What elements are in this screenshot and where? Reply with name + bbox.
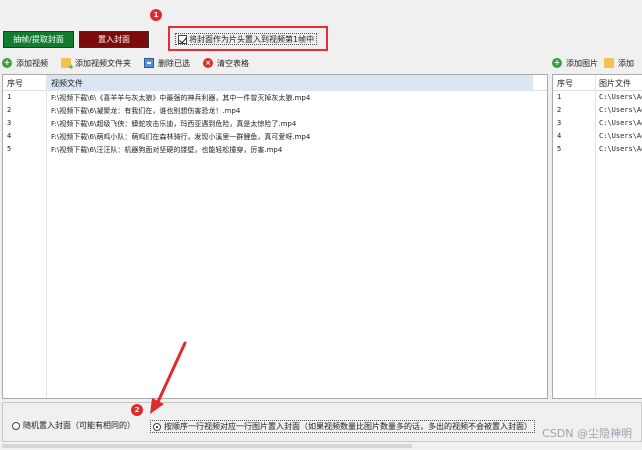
- row-index: 2: [557, 106, 562, 114]
- video-table-header: 序号 视频文件: [3, 75, 547, 91]
- horizontal-scrollbar[interactable]: [2, 444, 412, 448]
- row-video-file: F:\视频下载\6\超级飞侠：蟒蛇攻击乐迪，玛西亚遇到危险，真是太惊险了.mp4: [51, 120, 297, 128]
- row-index: 2: [7, 106, 12, 114]
- table-row[interactable]: 1 C:\Users\Ad: [553, 92, 642, 105]
- random-insert-label: 随机置入封面（可能有相同的）: [23, 421, 135, 430]
- random-insert-option[interactable]: 随机置入封面（可能有相同的）: [12, 420, 135, 431]
- insert-cover-button[interactable]: 置入封面: [79, 31, 149, 48]
- column-header-image-file[interactable]: 图片文件: [599, 78, 631, 89]
- extract-cover-button[interactable]: 抽帧/提取封面: [3, 31, 74, 48]
- add-image-folder-label: 添加: [618, 58, 634, 68]
- cover-option-highlight: 将封面作为片头置入到视频第1帧中: [168, 26, 328, 51]
- random-insert-radio[interactable]: [12, 421, 20, 430]
- add-icon: +: [2, 58, 12, 68]
- row-index: 1: [7, 93, 12, 101]
- image-table[interactable]: 序号 图片文件 1 C:\Users\Ad 2 C:\Users\Ad 3 C:…: [552, 74, 642, 399]
- row-image-file: C:\Users\Ad: [599, 132, 642, 140]
- image-toolbar: + 添加图片 添加: [552, 55, 642, 71]
- row-video-file: F:\视频下载\6\《喜羊羊与灰太狼》中最强的神兵利器，其中一件曾灭掉灰太狼.m…: [51, 94, 311, 102]
- add-video-folder-label: 添加视频文件夹: [75, 58, 131, 68]
- row-image-file: C:\Users\Ad: [599, 106, 642, 114]
- column-header-index[interactable]: 序号: [557, 78, 573, 89]
- table-row[interactable]: 5 F:\视频下载\6\汪汪队：机器狗面对坚硬的镂壁，也能轻松撞穿，厉害.mp4: [3, 144, 547, 157]
- add-video-button[interactable]: + 添加视频: [2, 58, 48, 69]
- column-header-video-file[interactable]: 视频文件: [51, 78, 83, 89]
- annotation-badge-1: 1: [150, 9, 162, 21]
- table-row[interactable]: 4 F:\视频下载\6\萌鸡小队：萌鸡们在森林骑行，发现小溪里一群鲤鱼，真可爱呀…: [3, 131, 547, 144]
- image-folder-icon: [604, 58, 614, 68]
- column-header-index[interactable]: 序号: [7, 78, 23, 89]
- clear-table-label: 清空表格: [217, 58, 249, 68]
- add-image-label: 添加图片: [566, 58, 598, 68]
- cover-first-frame-checkbox[interactable]: [178, 34, 187, 44]
- clear-table-button[interactable]: × 清空表格: [203, 58, 249, 69]
- image-table-header: 序号 图片文件: [553, 75, 642, 91]
- table-row[interactable]: 3 F:\视频下载\6\超级飞侠：蟒蛇攻击乐迪，玛西亚遇到危险，真是太惊险了.m…: [3, 118, 547, 131]
- video-toolbar: + 添加视频 添加视频文件夹 删除已选 × 清空表格: [2, 55, 262, 71]
- row-index: 3: [7, 119, 12, 127]
- order-insert-option[interactable]: 按顺序一行视频对应一行图片置入封面（如果视频数量比图片数量多的话，多出的视频不会…: [150, 420, 535, 433]
- table-row[interactable]: 1 F:\视频下载\6\《喜羊羊与灰太狼》中最强的神兵利器，其中一件曾灭掉灰太狼…: [3, 92, 547, 105]
- row-index: 4: [557, 132, 562, 140]
- order-insert-radio[interactable]: [153, 422, 161, 431]
- add-icon: +: [552, 58, 562, 68]
- row-index: 5: [7, 145, 12, 153]
- cover-first-frame-label: 将封面作为片头置入到视频第1帧中: [189, 34, 315, 44]
- add-video-folder-button[interactable]: 添加视频文件夹: [61, 58, 131, 71]
- row-index: 5: [557, 145, 562, 153]
- order-insert-label: 按顺序一行视频对应一行图片置入封面（如果视频数量比图片数量多的话，多出的视频不会…: [164, 422, 532, 431]
- table-row[interactable]: 4 C:\Users\Ad: [553, 131, 642, 144]
- clear-icon: ×: [203, 58, 213, 68]
- header-highlight: [47, 75, 533, 91]
- row-image-file: C:\Users\Ad: [599, 145, 642, 153]
- watermark: CSDN @尘隐神明: [542, 427, 632, 440]
- delete-selected-button[interactable]: 删除已选: [144, 58, 190, 69]
- row-index: 1: [557, 93, 562, 101]
- table-row[interactable]: 2 F:\视频下载\6\凝聚龙：有我们在，谁也别想伤害恐龙！.mp4: [3, 105, 547, 118]
- row-image-file: C:\Users\Ad: [599, 93, 642, 101]
- row-video-file: F:\视频下载\6\萌鸡小队：萌鸡们在森林骑行，发现小溪里一群鲤鱼，真可爱呀.m…: [51, 133, 311, 141]
- add-image-button[interactable]: + 添加图片: [552, 58, 598, 69]
- cover-first-frame-option[interactable]: 将封面作为片头置入到视频第1帧中: [175, 33, 318, 45]
- table-row[interactable]: 2 C:\Users\Ad: [553, 105, 642, 118]
- delete-selected-label: 删除已选: [158, 58, 190, 68]
- row-image-file: C:\Users\Ad: [599, 119, 642, 127]
- video-table[interactable]: 序号 视频文件 1 F:\视频下载\6\《喜羊羊与灰太狼》中最强的神兵利器，其中…: [2, 74, 548, 399]
- add-image-folder-button[interactable]: 添加: [604, 58, 634, 69]
- table-row[interactable]: 5 C:\Users\Ad: [553, 144, 642, 157]
- table-row[interactable]: 3 C:\Users\Ad: [553, 118, 642, 131]
- row-index: 3: [557, 119, 562, 127]
- delete-selected-icon: [144, 58, 154, 68]
- row-video-file: F:\视频下载\6\汪汪队：机器狗面对坚硬的镂壁，也能轻松撞穿，厉害.mp4: [51, 146, 283, 154]
- row-video-file: F:\视频下载\6\凝聚龙：有我们在，谁也别想伤害恐龙！.mp4: [51, 107, 241, 115]
- folder-add-icon: [61, 58, 74, 71]
- row-index: 4: [7, 132, 12, 140]
- add-video-label: 添加视频: [16, 58, 48, 68]
